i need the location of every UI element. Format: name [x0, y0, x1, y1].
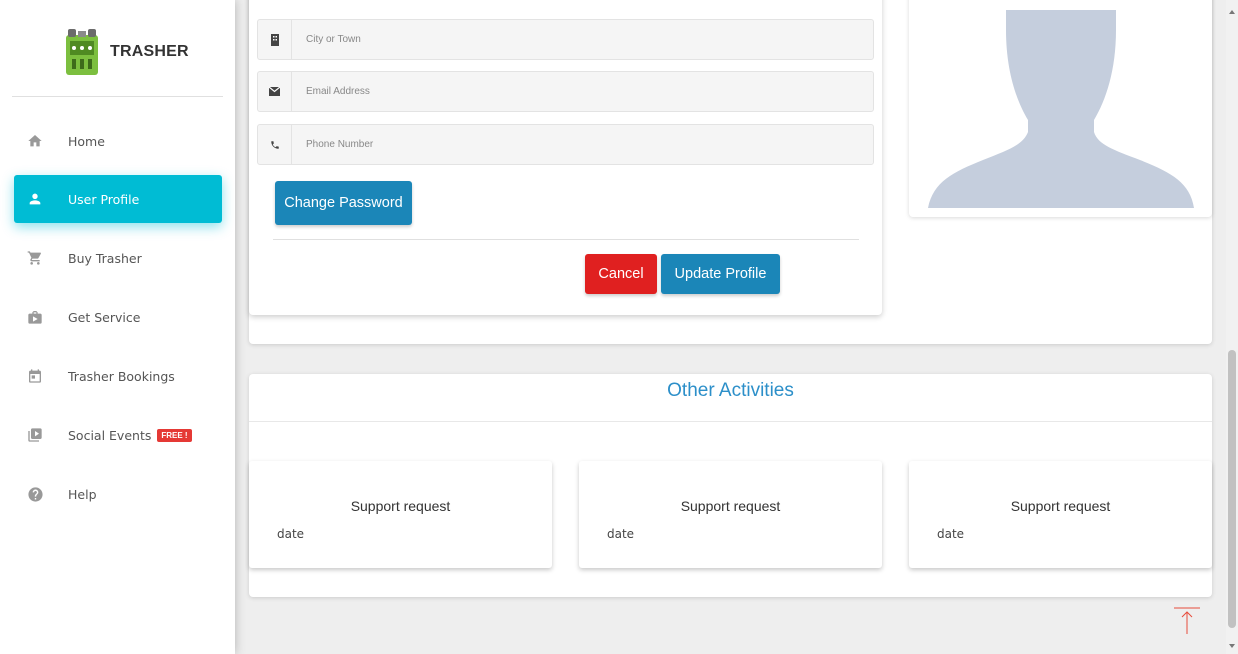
back-to-top-icon[interactable] [1172, 606, 1202, 636]
activities-divider [249, 421, 1212, 422]
app-name: TRASHER [110, 43, 189, 60]
update-profile-button[interactable]: Update Profile [661, 254, 780, 294]
cart-icon [26, 249, 44, 267]
scrollbar-thumb[interactable] [1228, 350, 1236, 628]
sidebar-item-label: Buy Trasher [68, 250, 142, 266]
cancel-button[interactable]: Cancel [585, 254, 657, 294]
calendar-icon [26, 367, 44, 385]
email-field [257, 71, 874, 112]
sidebar-item-social-events[interactable]: Social Events FREE ! [14, 411, 222, 459]
app-root: TRASHER Home User Profile Buy Trasher Ge… [0, 0, 1238, 654]
sidebar-item-get-service[interactable]: Get Service [14, 293, 222, 341]
building-icon [258, 20, 292, 59]
city-input[interactable] [292, 34, 792, 45]
scroll-up-arrow-icon[interactable] [1229, 10, 1235, 14]
sidebar-item-help[interactable]: Help [14, 470, 222, 518]
phone-input[interactable] [292, 139, 792, 150]
sidebar-item-label: Get Service [68, 309, 141, 325]
change-password-button[interactable]: Change Password [275, 181, 412, 225]
activity-date: date [277, 527, 305, 541]
city-field [257, 19, 874, 60]
activity-title: Support request [1010, 498, 1111, 514]
avatar[interactable] [928, 10, 1194, 208]
sidebar-divider [12, 96, 223, 97]
home-icon [26, 132, 44, 150]
briefcase-play-icon [26, 308, 44, 326]
activity-title: Support request [350, 498, 451, 514]
phone-field [257, 124, 874, 165]
sidebar-item-label: Trasher Bookings [68, 368, 175, 384]
sidebar-item-home[interactable]: Home [14, 117, 222, 165]
sidebar-item-label: Home [68, 133, 105, 149]
slideshow-icon [26, 426, 44, 444]
envelope-icon [258, 72, 292, 111]
other-activities-title: Other Activities [667, 380, 794, 401]
avatar-card [909, 0, 1212, 217]
sidebar-item-label: Help [68, 486, 97, 502]
activity-card[interactable]: Support request date [909, 461, 1212, 568]
activity-date: date [607, 527, 635, 541]
sidebar-item-user-profile[interactable]: User Profile [14, 175, 222, 223]
person-icon [26, 190, 44, 208]
help-icon [26, 485, 44, 503]
sidebar-item-trasher-bookings[interactable]: Trasher Bookings [14, 352, 222, 400]
phone-icon [258, 125, 292, 164]
email-input[interactable] [292, 86, 792, 97]
activity-card[interactable]: Support request date [579, 461, 882, 568]
activity-title: Support request [680, 498, 781, 514]
sidebar-item-buy-trasher[interactable]: Buy Trasher [14, 234, 222, 282]
free-badge: FREE ! [157, 428, 192, 442]
form-divider [273, 239, 859, 240]
activity-date: date [937, 527, 965, 541]
sidebar-item-label: Social Events [68, 427, 152, 443]
logo[interactable]: TRASHER [64, 27, 189, 77]
trasher-logo-icon [66, 29, 98, 75]
scroll-down-arrow-icon[interactable] [1229, 644, 1235, 648]
avatar-silhouette-icon [928, 10, 1194, 208]
sidebar: TRASHER Home User Profile Buy Trasher Ge… [0, 0, 235, 654]
sidebar-item-label: User Profile [68, 191, 140, 207]
activity-card[interactable]: Support request date [249, 461, 552, 568]
scrollbar[interactable] [1226, 0, 1238, 654]
